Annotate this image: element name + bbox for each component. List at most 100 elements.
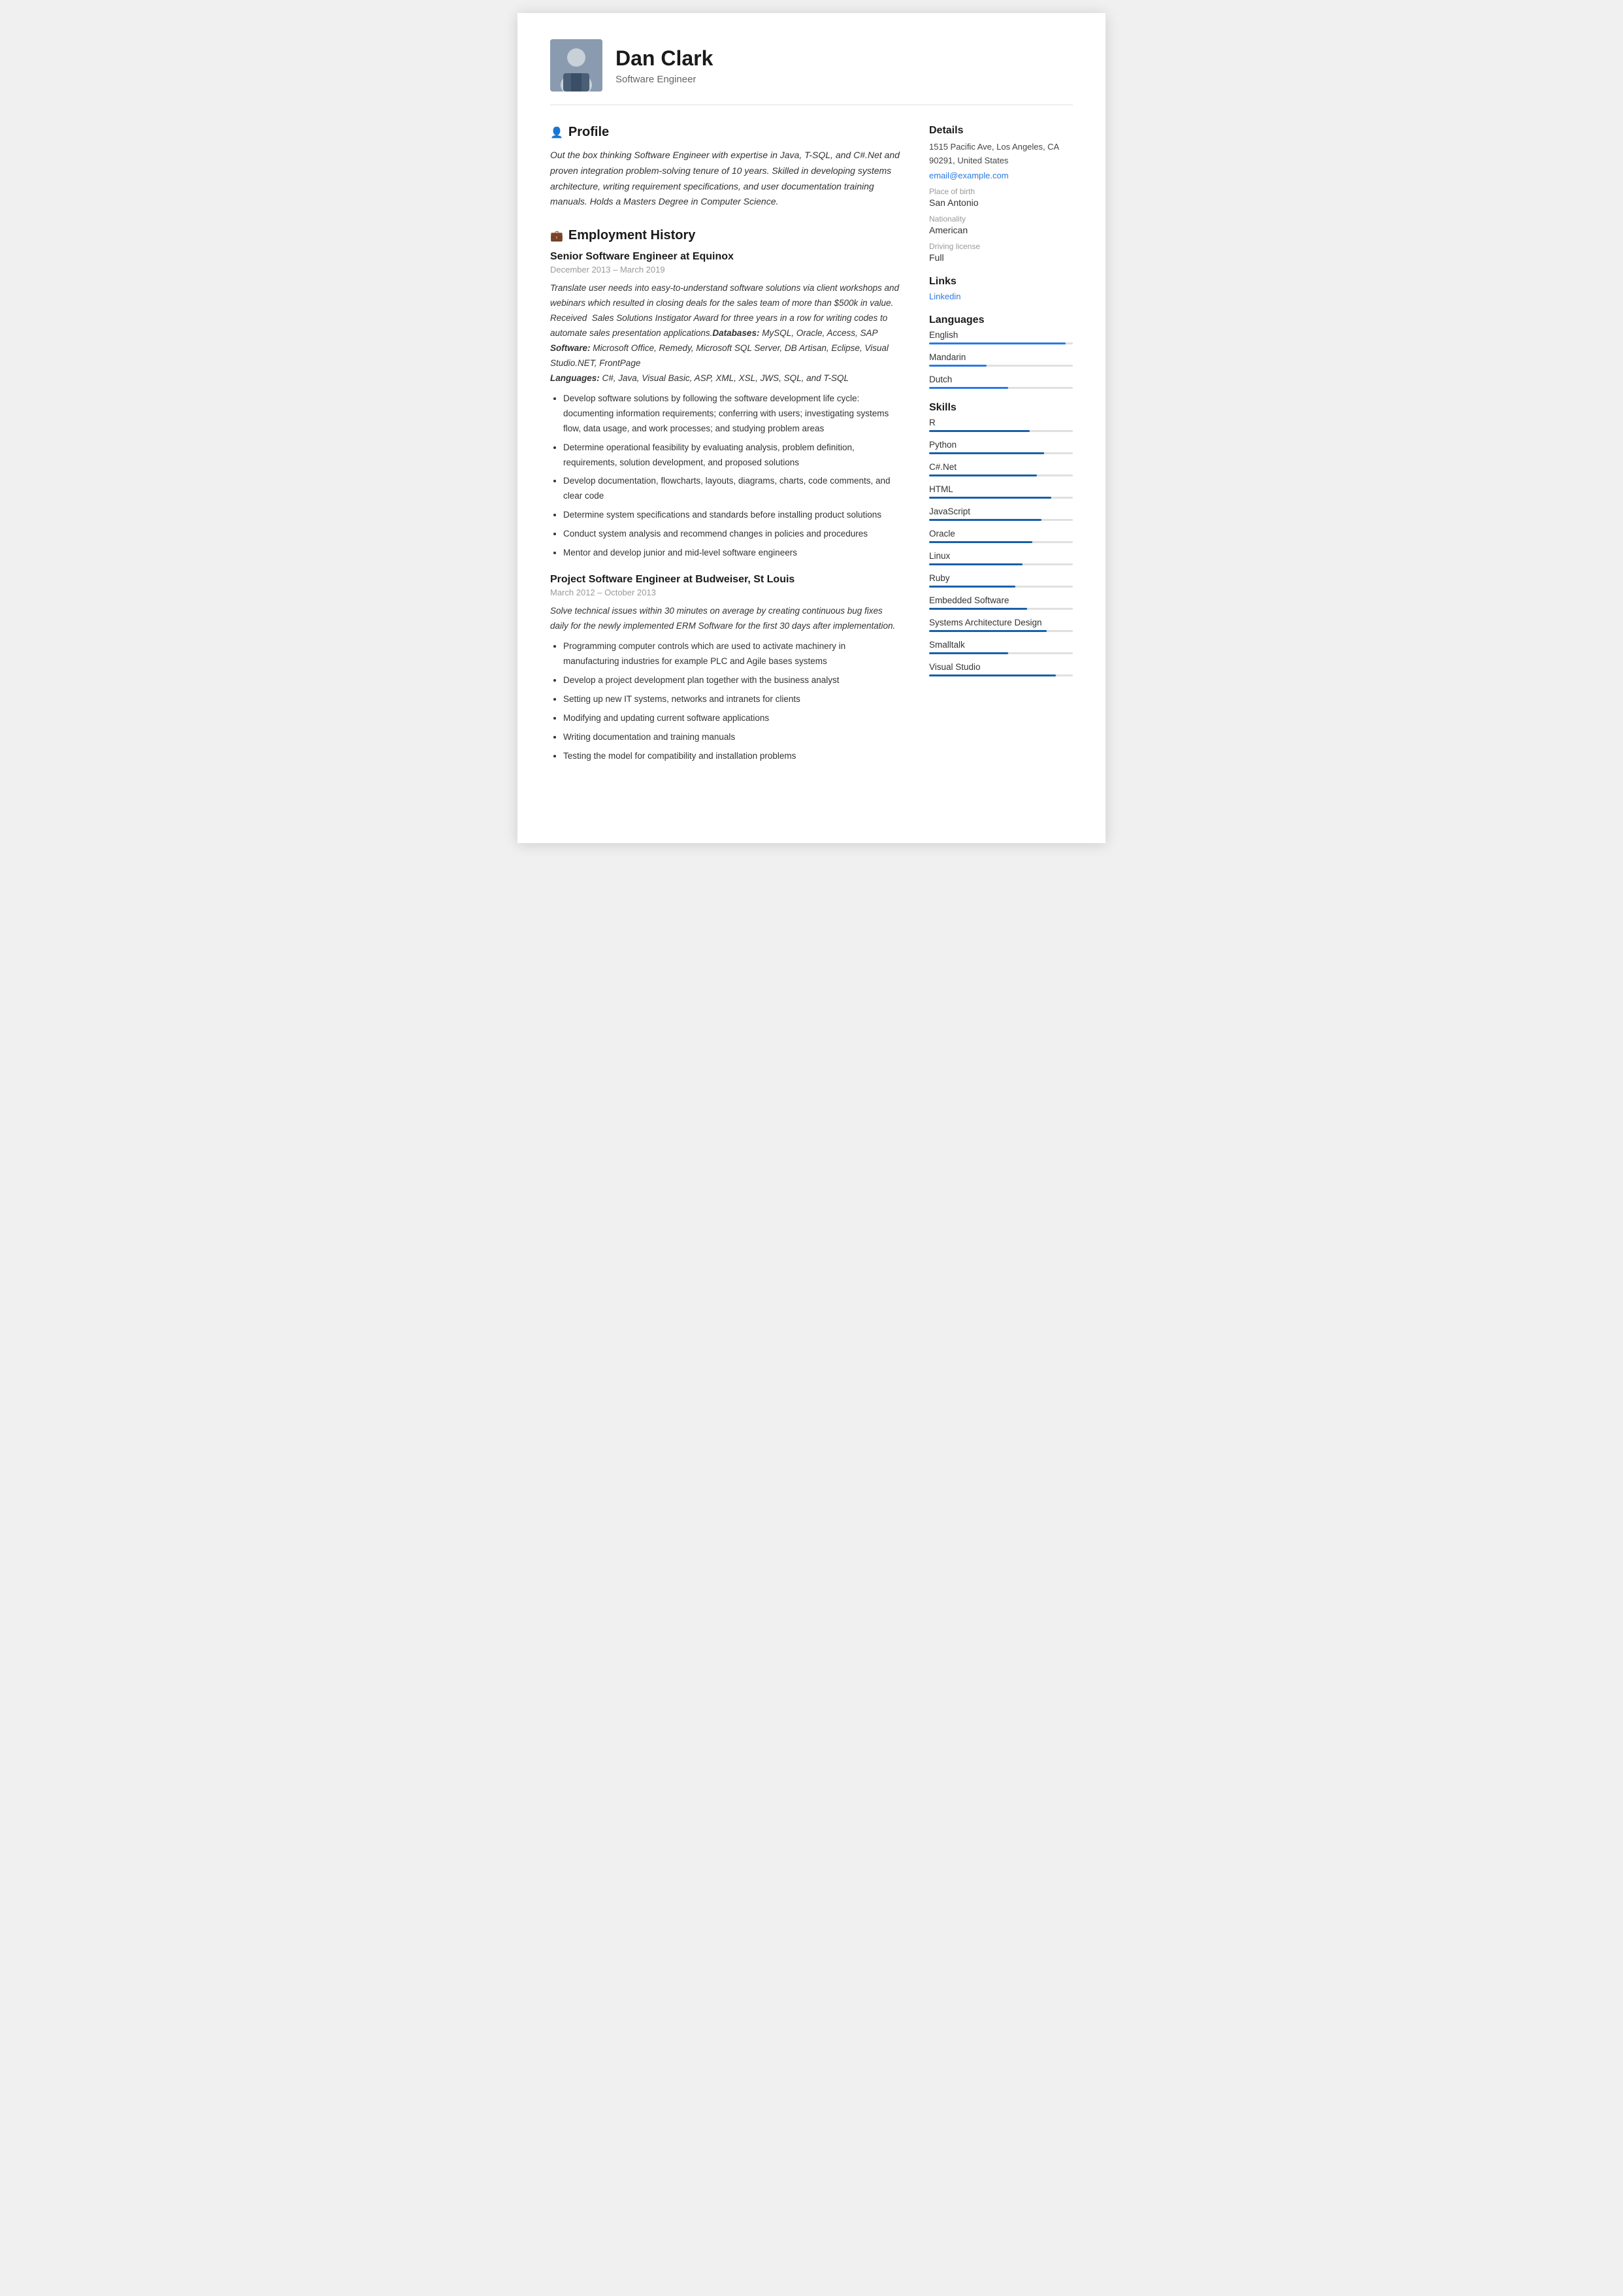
job-bullet: Setting up new IT systems, networks and … xyxy=(563,692,903,707)
skill-item: Smalltalk xyxy=(929,640,1073,654)
employment-section: 💼 Employment History Senior Software Eng… xyxy=(550,228,903,763)
skill-bar-background xyxy=(929,430,1073,432)
skill-name: Python xyxy=(929,440,1073,450)
skill-name: Ruby xyxy=(929,573,1073,583)
skill-bar-fill xyxy=(929,652,1008,654)
skill-item: Systems Architecture Design xyxy=(929,618,1073,632)
profile-section-title: 👤 Profile xyxy=(550,125,903,140)
body-layout: 👤 Profile Out the box thinking Software … xyxy=(550,125,1073,782)
skill-name: Embedded Software xyxy=(929,595,1073,605)
job-bullet: Develop software solutions by following … xyxy=(563,391,903,437)
skill-item: R xyxy=(929,418,1073,432)
skill-bar-background xyxy=(929,541,1073,543)
employment-icon: 💼 xyxy=(550,229,563,242)
skill-bar-fill xyxy=(929,497,1051,499)
skill-bar-background xyxy=(929,497,1073,499)
skill-bar-background xyxy=(929,586,1073,588)
job-bullet: Testing the model for compatibility and … xyxy=(563,749,903,764)
skill-item: C#.Net xyxy=(929,462,1073,476)
job-description: Translate user needs into easy-to-unders… xyxy=(550,281,903,386)
details-section: Details 1515 Pacific Ave, Los Angeles, C… xyxy=(929,125,1073,263)
details-email: email@example.com xyxy=(929,171,1073,180)
job-bullet: Modifying and updating current software … xyxy=(563,711,903,726)
skill-item: Oracle xyxy=(929,529,1073,543)
avatar-image xyxy=(550,39,602,92)
header: Dan Clark Software Engineer xyxy=(550,39,1073,105)
skill-bar-background xyxy=(929,563,1073,565)
language-bar-background xyxy=(929,387,1073,389)
job-item: Senior Software Engineer at Equinox Dece… xyxy=(550,251,903,561)
skill-bar-background xyxy=(929,630,1073,632)
skill-item: Linux xyxy=(929,551,1073,565)
job-dates: December 2013 – March 2019 xyxy=(550,265,903,275)
candidate-subtitle: Software Engineer xyxy=(615,74,713,85)
details-title: Details xyxy=(929,125,1073,137)
job-bullet: Develop a project development plan toget… xyxy=(563,673,903,688)
language-bar-background xyxy=(929,365,1073,367)
job-bullet: Programming computer controls which are … xyxy=(563,639,903,669)
language-bar-background xyxy=(929,342,1073,344)
job-bullet: Writing documentation and training manua… xyxy=(563,730,903,745)
place-of-birth-value: San Antonio xyxy=(929,197,1073,208)
skill-bar-background xyxy=(929,519,1073,521)
job-description: Solve technical issues within 30 minutes… xyxy=(550,604,903,634)
skill-item: Visual Studio xyxy=(929,662,1073,676)
links-section: Links Linkedin xyxy=(929,276,1073,301)
skill-bar-fill xyxy=(929,430,1030,432)
nationality-value: American xyxy=(929,225,1073,235)
languages-list: English Mandarin Dutch xyxy=(929,330,1073,389)
skill-bar-background xyxy=(929,474,1073,476)
skill-name: HTML xyxy=(929,484,1073,494)
skill-name: Visual Studio xyxy=(929,662,1073,672)
skill-bar-background xyxy=(929,652,1073,654)
profile-icon: 👤 xyxy=(550,126,563,139)
skills-list: R Python C#.Net HTML JavaScript xyxy=(929,418,1073,676)
links-title: Links xyxy=(929,276,1073,288)
driving-license-label: Driving license xyxy=(929,242,1073,251)
language-item: English xyxy=(929,330,1073,344)
profile-text: Out the box thinking Software Engineer w… xyxy=(550,148,903,210)
driving-license-value: Full xyxy=(929,252,1073,263)
job-title: Senior Software Engineer at Equinox xyxy=(550,251,903,263)
skill-name: Linux xyxy=(929,551,1073,561)
profile-section: 👤 Profile Out the box thinking Software … xyxy=(550,125,903,210)
job-title: Project Software Engineer at Budweiser, … xyxy=(550,574,903,586)
skill-bar-fill xyxy=(929,452,1044,454)
skill-bar-background xyxy=(929,452,1073,454)
job-bullet: Conduct system analysis and recommend ch… xyxy=(563,527,903,542)
language-bar-fill xyxy=(929,342,1066,344)
place-of-birth-label: Place of birth xyxy=(929,187,1073,196)
resume-container: Dan Clark Software Engineer 👤 Profile Ou… xyxy=(517,13,1106,843)
job-bullet: Determine system specifications and stan… xyxy=(563,508,903,523)
header-info: Dan Clark Software Engineer xyxy=(615,46,713,84)
skill-name: Systems Architecture Design xyxy=(929,618,1073,627)
skills-title: Skills xyxy=(929,402,1073,414)
candidate-name: Dan Clark xyxy=(615,46,713,71)
language-name: English xyxy=(929,330,1073,340)
skill-name: JavaScript xyxy=(929,507,1073,516)
language-name: Mandarin xyxy=(929,352,1073,362)
skill-bar-fill xyxy=(929,630,1047,632)
language-item: Dutch xyxy=(929,374,1073,389)
skill-item: JavaScript xyxy=(929,507,1073,521)
skill-bar-fill xyxy=(929,519,1041,521)
skill-name: C#.Net xyxy=(929,462,1073,472)
link-item[interactable]: Linkedin xyxy=(929,291,1073,301)
skill-bar-fill xyxy=(929,608,1027,610)
job-bullet: Mentor and develop junior and mid-level … xyxy=(563,546,903,561)
employment-section-title: 💼 Employment History xyxy=(550,228,903,243)
language-item: Mandarin xyxy=(929,352,1073,367)
skill-bar-fill xyxy=(929,586,1015,588)
skill-bar-fill xyxy=(929,674,1056,676)
languages-section: Languages English Mandarin Dutch xyxy=(929,314,1073,389)
left-column: 👤 Profile Out the box thinking Software … xyxy=(550,125,903,782)
job-bullets-list: Develop software solutions by following … xyxy=(550,391,903,561)
skill-bar-background xyxy=(929,674,1073,676)
skill-bar-fill xyxy=(929,474,1037,476)
skill-item: Ruby xyxy=(929,573,1073,588)
language-name: Dutch xyxy=(929,374,1073,384)
details-address: 1515 Pacific Ave, Los Angeles, CA 90291,… xyxy=(929,141,1073,168)
job-bullet: Determine operational feasibility by eva… xyxy=(563,441,903,471)
job-bullet: Develop documentation, flowcharts, layou… xyxy=(563,474,903,504)
job-item: Project Software Engineer at Budweiser, … xyxy=(550,574,903,763)
